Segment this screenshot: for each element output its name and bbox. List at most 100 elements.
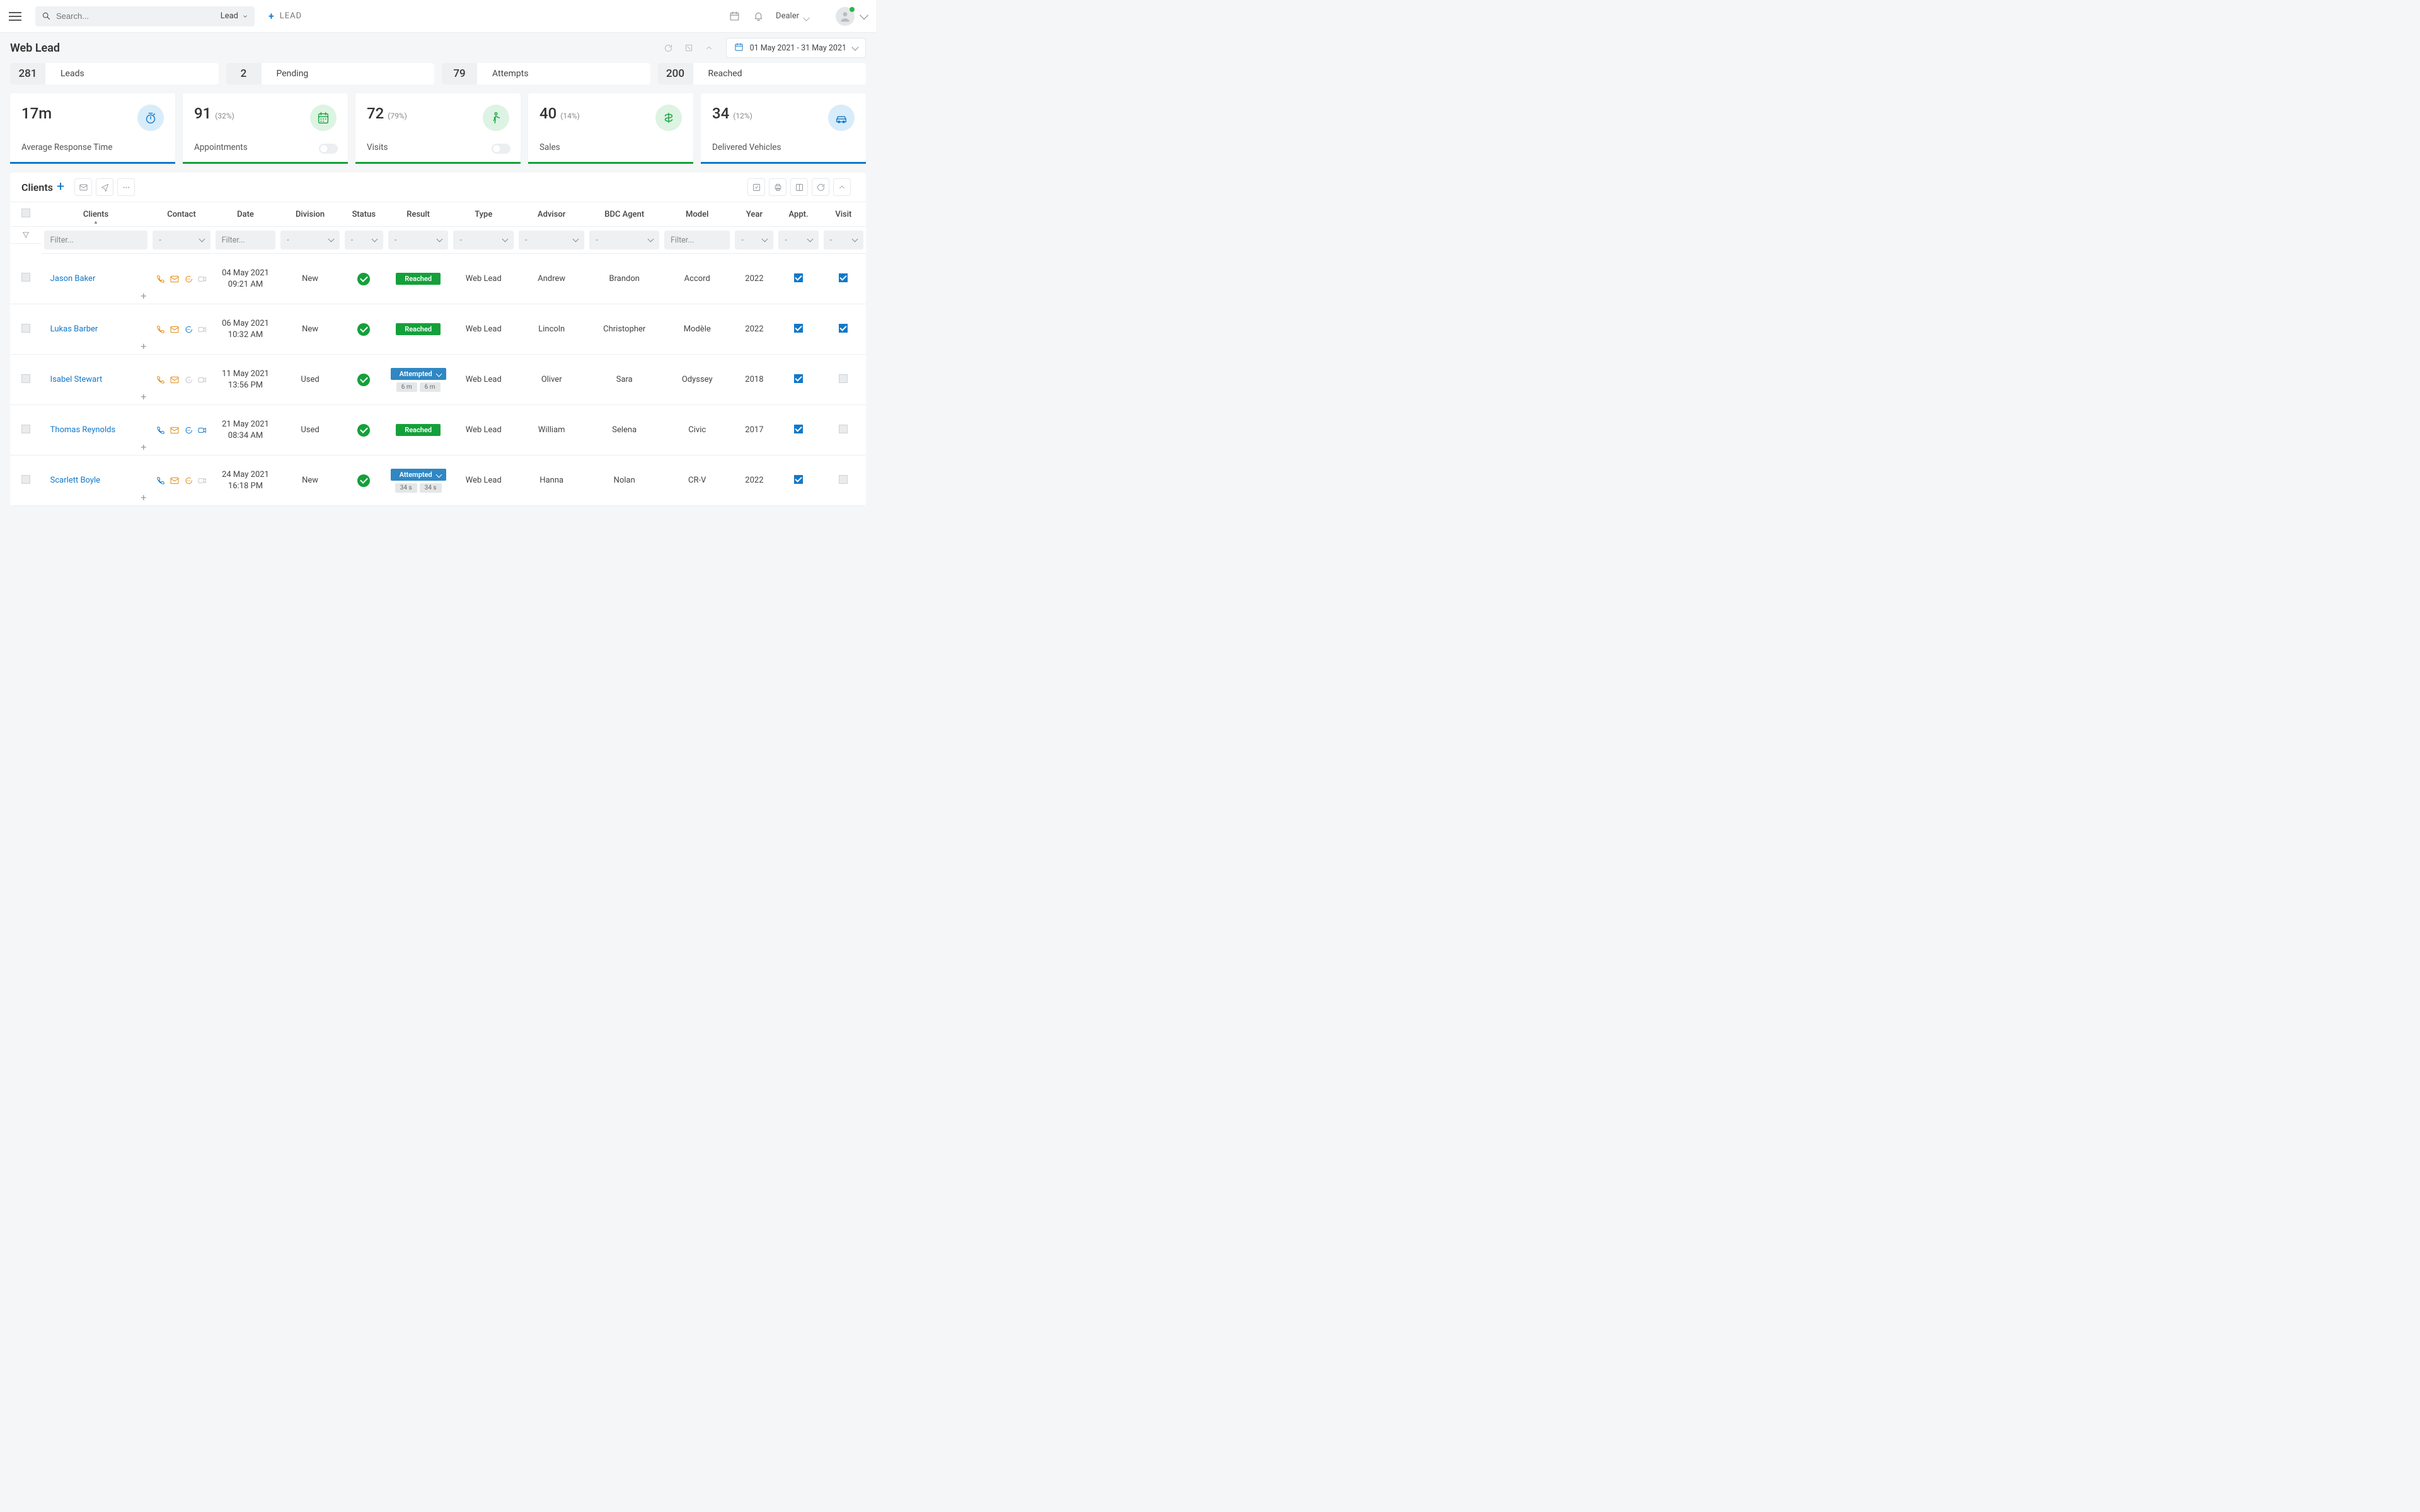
column-header[interactable]: Result — [386, 202, 451, 227]
add-client-button[interactable]: + — [57, 180, 64, 194]
filter-appt[interactable]: - — [778, 231, 818, 249]
column-header[interactable] — [10, 202, 42, 227]
column-header[interactable]: Visit — [821, 202, 866, 227]
column-header[interactable]: Status — [342, 202, 386, 227]
collapse-button[interactable] — [701, 40, 717, 56]
mail-icon[interactable] — [169, 324, 180, 335]
filter-model[interactable]: Filter... — [664, 231, 730, 249]
select-all-checkbox[interactable] — [21, 209, 30, 217]
filter-bdc[interactable]: - — [589, 231, 659, 249]
result-badge[interactable]: Attempted — [391, 368, 446, 380]
client-link[interactable]: Jason Baker — [50, 274, 96, 284]
more-actions-button[interactable] — [117, 178, 135, 196]
filter-visit[interactable]: - — [824, 231, 863, 249]
filter-type[interactable]: - — [453, 231, 514, 249]
column-header[interactable]: Advisor — [516, 202, 587, 227]
search-box[interactable]: Lead — [35, 6, 255, 26]
visit-checkbox[interactable] — [839, 324, 848, 333]
phone-icon[interactable] — [155, 475, 166, 486]
chat-icon[interactable] — [183, 475, 194, 486]
chat-icon[interactable] — [183, 324, 194, 335]
phone-icon[interactable] — [155, 273, 166, 285]
visit-checkbox[interactable] — [839, 374, 848, 383]
stat-toggle[interactable] — [492, 144, 510, 154]
visit-checkbox[interactable] — [839, 425, 848, 433]
mail-icon[interactable] — [169, 374, 180, 386]
appt-checkbox[interactable] — [794, 425, 803, 433]
column-header[interactable]: BDC Agent — [587, 202, 662, 227]
phone-icon[interactable] — [155, 425, 166, 436]
chat-icon[interactable] — [183, 273, 194, 285]
add-lead-button[interactable]: + LEAD — [268, 10, 302, 22]
video-icon[interactable] — [197, 374, 208, 386]
mail-icon[interactable] — [169, 273, 180, 285]
column-header[interactable]: Type — [451, 202, 516, 227]
avatar[interactable] — [836, 7, 855, 26]
expand-row[interactable]: + — [141, 341, 146, 352]
stat-toggle[interactable] — [319, 144, 338, 154]
stat-card[interactable]: 72(79%) Visits — [355, 93, 521, 164]
column-header[interactable]: Division — [278, 202, 342, 227]
client-link[interactable]: Isabel Stewart — [50, 375, 103, 384]
bulk-send-button[interactable] — [96, 178, 113, 196]
row-checkbox[interactable] — [21, 425, 30, 433]
export-button[interactable] — [747, 178, 765, 196]
column-header[interactable]: Appt. — [776, 202, 821, 227]
stat-card[interactable]: 40(14%) Sales — [528, 93, 693, 164]
client-link[interactable]: Lukas Barber — [50, 324, 98, 334]
avatar-caret[interactable] — [860, 10, 868, 19]
expand-row[interactable]: + — [141, 493, 146, 503]
video-icon[interactable] — [197, 324, 208, 335]
expand-row[interactable]: + — [141, 442, 146, 452]
video-icon[interactable] — [197, 273, 208, 285]
filter-division[interactable]: - — [280, 231, 339, 249]
visit-checkbox[interactable] — [839, 273, 848, 282]
metric-card[interactable]: 79Attempts — [442, 63, 650, 84]
filter-status[interactable]: - — [345, 231, 383, 249]
metric-card[interactable]: 281Leads — [10, 63, 219, 84]
table-collapse-button[interactable] — [833, 178, 851, 196]
column-header[interactable]: Year — [732, 202, 776, 227]
expand-row[interactable]: + — [141, 392, 146, 402]
stat-card[interactable]: 91(32%) Appointments — [183, 93, 348, 164]
menu-toggle[interactable] — [9, 8, 26, 25]
mail-icon[interactable] — [169, 475, 180, 486]
row-checkbox[interactable] — [21, 374, 30, 383]
search-input[interactable] — [56, 11, 214, 21]
appt-checkbox[interactable] — [794, 475, 803, 484]
column-header[interactable]: Model — [662, 202, 732, 227]
print-button[interactable] — [769, 178, 786, 196]
account-select[interactable]: Dealer — [776, 11, 799, 21]
column-header[interactable]: Clients — [42, 202, 151, 227]
overlay-button[interactable] — [681, 40, 697, 56]
metric-card[interactable]: 2Pending — [226, 63, 435, 84]
filter-icon[interactable] — [10, 227, 42, 244]
visit-checkbox[interactable] — [839, 475, 848, 484]
appt-checkbox[interactable] — [794, 273, 803, 282]
appt-checkbox[interactable] — [794, 324, 803, 333]
filter-contact[interactable]: - — [153, 231, 210, 249]
appt-checkbox[interactable] — [794, 374, 803, 383]
result-badge[interactable]: Attempted — [391, 469, 446, 481]
date-range-picker[interactable]: 01 May 2021 - 31 May 2021 — [726, 38, 866, 58]
table-refresh-button[interactable] — [812, 178, 829, 196]
row-checkbox[interactable] — [21, 475, 30, 484]
filter-date[interactable]: Filter... — [216, 231, 276, 249]
metric-card[interactable]: 200Reached — [658, 63, 867, 84]
column-header[interactable]: Date — [213, 202, 279, 227]
video-icon[interactable] — [197, 475, 208, 486]
stat-card[interactable]: 17m Average Response Time — [10, 93, 175, 164]
refresh-button[interactable] — [660, 40, 677, 56]
chat-icon[interactable] — [183, 425, 194, 436]
search-type-select[interactable]: Lead — [214, 11, 248, 21]
row-checkbox[interactable] — [21, 324, 30, 333]
column-header[interactable]: Contact — [150, 202, 212, 227]
bulk-email-button[interactable] — [74, 178, 92, 196]
phone-icon[interactable] — [155, 374, 166, 386]
row-checkbox[interactable] — [21, 273, 30, 282]
video-icon[interactable] — [197, 425, 208, 436]
phone-icon[interactable] — [155, 324, 166, 335]
filter-year[interactable]: - — [735, 231, 773, 249]
filter-result[interactable]: - — [388, 231, 449, 249]
stat-card[interactable]: 34(12%) Delivered Vehicles — [701, 93, 866, 164]
